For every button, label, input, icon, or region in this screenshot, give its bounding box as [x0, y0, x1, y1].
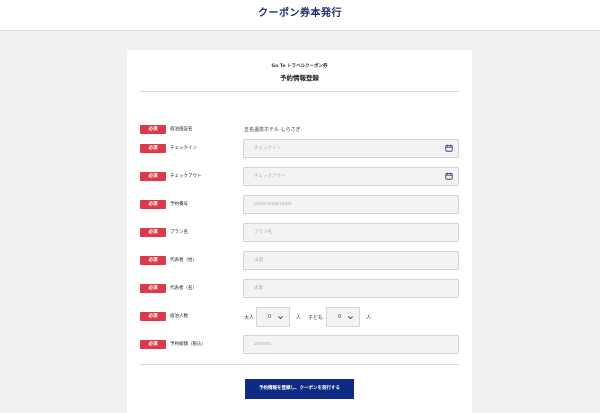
reservation-number-label: 予約番号 — [170, 202, 188, 207]
adult-label: 大人 — [244, 315, 255, 321]
required-badge: 必須 — [140, 256, 166, 265]
plan-input[interactable] — [243, 223, 459, 242]
row-facility: 必須 宿泊施設名 五名温泉ホテル しらさぎ — [140, 120, 459, 140]
required-badge: 必須 — [140, 312, 166, 321]
guests-label: 宿泊人数 — [170, 314, 188, 319]
required-badge: 必須 — [140, 228, 166, 237]
facility-value: 五名温泉ホテル しらさぎ — [244, 127, 301, 133]
row-rep-last-name: 必須 代表者（姓） — [140, 251, 459, 271]
amount-input[interactable] — [243, 335, 459, 354]
adult-select-value: 0 — [268, 314, 272, 320]
reservation-number-input[interactable] — [243, 195, 459, 214]
plan-label: プラン名 — [170, 230, 188, 235]
row-guests: 必須 宿泊人数 大人 0 人 子ども 0 人 — [140, 307, 459, 327]
calendar-icon[interactable] — [445, 144, 453, 152]
child-select[interactable]: 0 — [326, 307, 360, 327]
checkin-label: チェックイン — [170, 146, 197, 151]
required-badge: 必須 — [140, 125, 166, 134]
top-bar: クーポン券本発行 — [0, 0, 600, 31]
row-rep-first-name: 必須 代表者（名） — [140, 279, 459, 299]
adult-select[interactable]: 0 — [256, 307, 290, 327]
card-subtitle: Go To トラベルクーポン券 — [271, 64, 328, 69]
required-badge: 必須 — [140, 340, 166, 349]
checkout-label: チェックアウト — [170, 174, 202, 179]
reservation-form-card: Go To トラベルクーポン券 予約情報登録 必須 宿泊施設名 五名温泉ホテル … — [127, 50, 472, 413]
required-badge: 必須 — [140, 200, 166, 209]
checkin-input[interactable] — [243, 139, 459, 158]
facility-label: 宿泊施設名 — [170, 127, 193, 132]
chevron-down-icon — [348, 316, 353, 320]
row-reservation-number: 必須 予約番号 — [140, 195, 459, 215]
adult-unit: 人 — [296, 315, 302, 321]
child-label: 子ども — [308, 315, 324, 321]
header-divider — [140, 91, 459, 92]
row-checkin: 必須 チェックイン — [140, 139, 459, 159]
required-badge: 必須 — [140, 144, 166, 153]
row-plan: 必須 プラン名 — [140, 223, 459, 243]
rep-first-name-label: 代表者（名） — [170, 286, 197, 291]
card-title: 予約情報登録 — [280, 74, 319, 82]
rep-last-name-label: 代表者（姓） — [170, 258, 197, 263]
checkout-input[interactable] — [243, 167, 459, 186]
child-unit: 人 — [366, 315, 372, 321]
required-badge: 必須 — [140, 172, 166, 181]
submit-button[interactable]: 予約情報を登録し、クーポンを発行する — [245, 379, 354, 399]
amount-label: 予約総額（税込） — [170, 342, 206, 347]
chevron-down-icon — [278, 316, 283, 320]
row-amount: 必須 予約総額（税込） — [140, 335, 459, 355]
row-checkout: 必須 チェックアウト — [140, 167, 459, 187]
page-title: クーポン券本発行 — [258, 8, 342, 19]
child-select-value: 0 — [338, 314, 342, 320]
footer-divider — [140, 364, 459, 365]
required-badge: 必須 — [140, 284, 166, 293]
calendar-icon[interactable] — [445, 172, 453, 180]
rep-first-name-input[interactable] — [243, 279, 459, 298]
rep-last-name-input[interactable] — [243, 251, 459, 270]
